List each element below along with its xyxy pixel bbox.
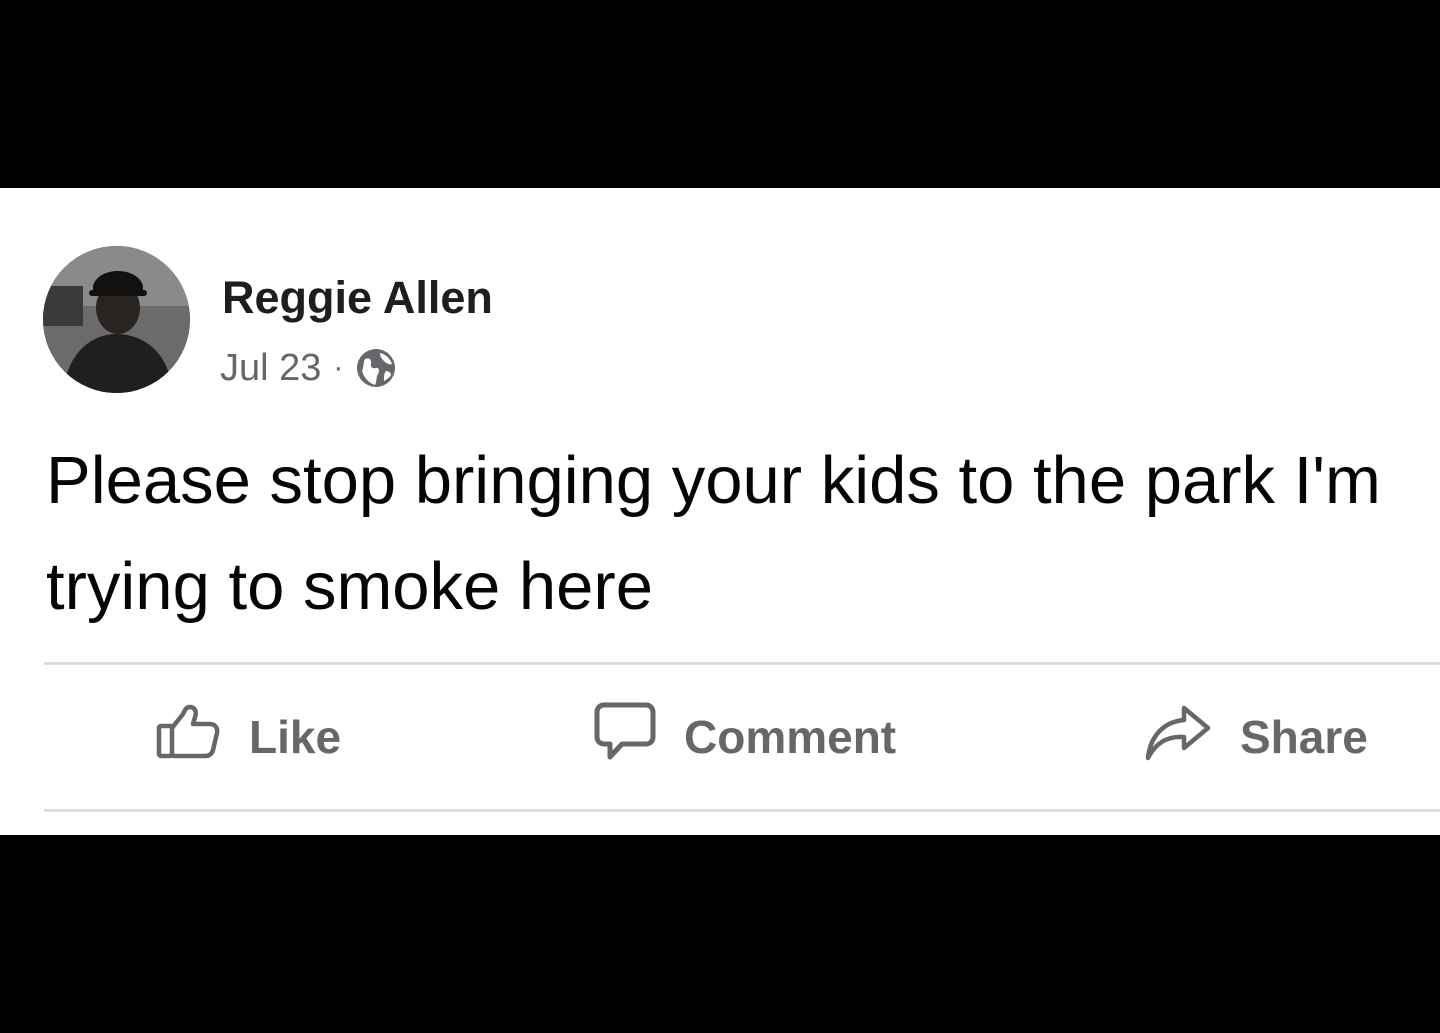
speech-bubble-icon xyxy=(594,701,656,774)
share-arrow-icon xyxy=(1144,702,1212,773)
post-meta: Jul 23 · xyxy=(220,346,397,390)
comment-label: Comment xyxy=(684,711,897,763)
action-bar: Like Comment Share xyxy=(0,665,1440,809)
divider-bottom xyxy=(44,809,1440,812)
share-label: Share xyxy=(1240,711,1368,763)
like-label: Like xyxy=(249,711,342,763)
avatar-photo xyxy=(43,246,190,393)
share-button[interactable]: Share xyxy=(1144,665,1368,809)
globe-icon[interactable] xyxy=(355,347,397,389)
post-card: Reggie Allen Jul 23 · Please stop bringi… xyxy=(0,188,1440,835)
avatar[interactable] xyxy=(43,246,190,393)
letterbox-top xyxy=(0,0,1440,188)
meta-separator: · xyxy=(333,351,344,384)
like-button[interactable]: Like xyxy=(155,665,341,809)
author-name[interactable]: Reggie Allen xyxy=(222,272,493,324)
post-date[interactable]: Jul 23 xyxy=(220,347,321,390)
comment-button[interactable]: Comment xyxy=(594,665,896,809)
post-text: Please stop bringing your kids to the pa… xyxy=(46,443,1400,624)
letterbox-bottom xyxy=(0,835,1440,1033)
thumbs-up-icon xyxy=(155,704,221,771)
